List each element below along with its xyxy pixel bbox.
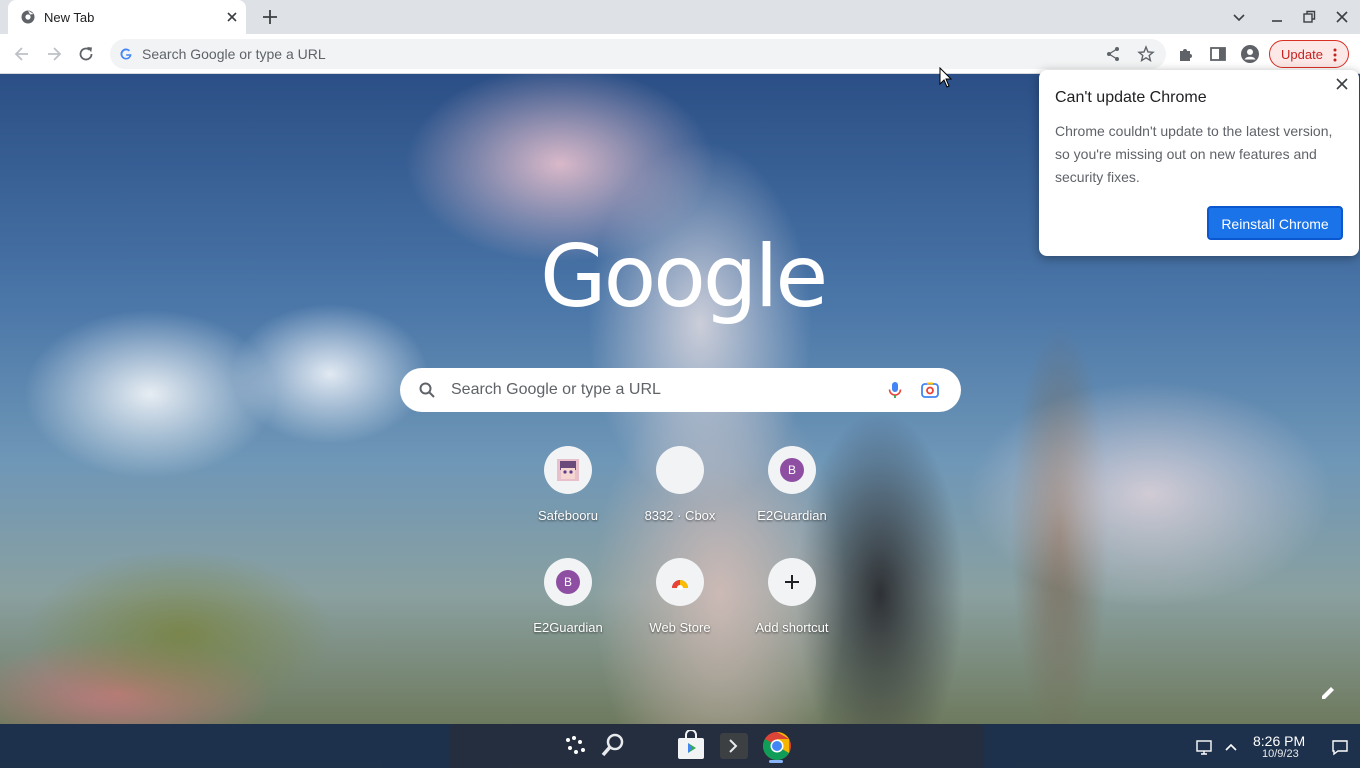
reinstall-chrome-button[interactable]: Reinstall Chrome: [1207, 206, 1343, 240]
shortcut-e2guardian[interactable]: B E2Guardian: [736, 446, 848, 546]
tab-strip: New Tab: [0, 0, 1360, 34]
omnibox-input[interactable]: Search Google or type a URL: [142, 46, 326, 62]
shortcut-tile: [768, 558, 816, 606]
close-tab-icon[interactable]: [224, 9, 240, 25]
search-icon: [419, 382, 435, 398]
chrome-favicon-icon: [21, 10, 35, 24]
ntp-search-box[interactable]: Search Google or type a URL: [400, 368, 961, 412]
google-lens-icon[interactable]: [920, 380, 940, 400]
shortcut-e2guardian-2[interactable]: B E2Guardian: [512, 558, 624, 658]
shortcut-label: 8332 · Cbox: [644, 508, 716, 523]
customize-pencil-icon[interactable]: [1314, 679, 1342, 707]
minimize-icon[interactable]: [1268, 8, 1286, 26]
bookmark-star-icon[interactable]: [1137, 45, 1155, 63]
shortcut-tile: B: [544, 558, 592, 606]
omnibox[interactable]: Search Google or type a URL: [110, 39, 1166, 69]
active-app-indicator: [769, 760, 783, 763]
plus-icon: [785, 575, 799, 589]
launcher-icon[interactable]: [560, 730, 592, 762]
shortcut-tile: B: [768, 446, 816, 494]
safebooru-favicon-icon: [557, 459, 579, 481]
new-tab-plus-icon[interactable]: [260, 7, 280, 27]
google-logo: Google: [540, 227, 828, 327]
shortcut-tile: [656, 558, 704, 606]
back-arrow-icon[interactable]: [12, 44, 32, 64]
ntp-search-input[interactable]: Search Google or type a URL: [451, 381, 661, 399]
share-icon[interactable]: [1104, 45, 1122, 63]
side-panel-icon[interactable]: [1208, 44, 1228, 64]
web-store-icon: [672, 580, 688, 590]
reload-icon[interactable]: [76, 44, 96, 64]
shortcut-label: Safebooru: [538, 508, 598, 523]
close-window-icon[interactable]: [1333, 8, 1351, 26]
tab-new-tab[interactable]: New Tab: [8, 0, 246, 34]
google-g-icon: [120, 48, 132, 60]
extensions-puzzle-icon[interactable]: [1176, 44, 1196, 64]
notifications-icon[interactable]: [1331, 738, 1349, 756]
tab-title: New Tab: [44, 10, 95, 25]
clock-time[interactable]: 8:26 PM: [1253, 733, 1305, 749]
update-label: Update: [1281, 47, 1323, 62]
shortcut-tile: [656, 446, 704, 494]
update-button[interactable]: Update: [1269, 40, 1349, 68]
search-magnifier-icon[interactable]: [598, 730, 630, 762]
tab-search-chevron-icon[interactable]: [1230, 8, 1248, 26]
restore-icon[interactable]: [1300, 8, 1318, 26]
screen-cast-icon[interactable]: [1195, 738, 1213, 756]
shortcut-label: E2Guardian: [533, 620, 603, 635]
shortcut-safebooru[interactable]: Safebooru: [512, 446, 624, 546]
clock-date[interactable]: 10/9/23: [1262, 748, 1299, 760]
shelf-apps: [449, 724, 984, 768]
shelf: [0, 724, 1360, 768]
close-icon[interactable]: [1335, 77, 1349, 91]
chrome-app-icon[interactable]: [761, 730, 793, 762]
play-store-bag-icon[interactable]: [675, 730, 707, 762]
voice-search-mic-icon[interactable]: [885, 380, 905, 400]
shortcut-web-store[interactable]: Web Store: [624, 558, 736, 658]
chevron-up-icon[interactable]: [1222, 738, 1240, 756]
terminal-icon[interactable]: [718, 730, 750, 762]
cant-update-dialog: Can't update Chrome Chrome couldn't upda…: [1039, 70, 1359, 256]
shortcut-label: E2Guardian: [757, 508, 827, 523]
forward-arrow-icon[interactable]: [44, 44, 64, 64]
reinstall-chrome-label: Reinstall Chrome: [1221, 216, 1329, 232]
shortcut-cbox[interactable]: 8332 · Cbox: [624, 446, 736, 546]
add-shortcut-button[interactable]: Add shortcut: [736, 558, 848, 658]
toolbar: Search Google or type a URL Update: [0, 34, 1360, 74]
shortcut-tile: [544, 446, 592, 494]
dialog-message: Chrome couldn't update to the latest ver…: [1055, 123, 1333, 185]
shortcut-label: Add shortcut: [755, 620, 829, 635]
profile-avatar-icon[interactable]: [1240, 44, 1260, 64]
more-menu-icon[interactable]: [1332, 47, 1338, 63]
shortcut-label: Web Store: [649, 620, 711, 635]
letter-avatar: B: [556, 570, 580, 594]
dialog-title: Can't update Chrome: [1055, 89, 1207, 106]
mouse-cursor-icon: [939, 67, 953, 88]
letter-avatar: B: [780, 458, 804, 482]
